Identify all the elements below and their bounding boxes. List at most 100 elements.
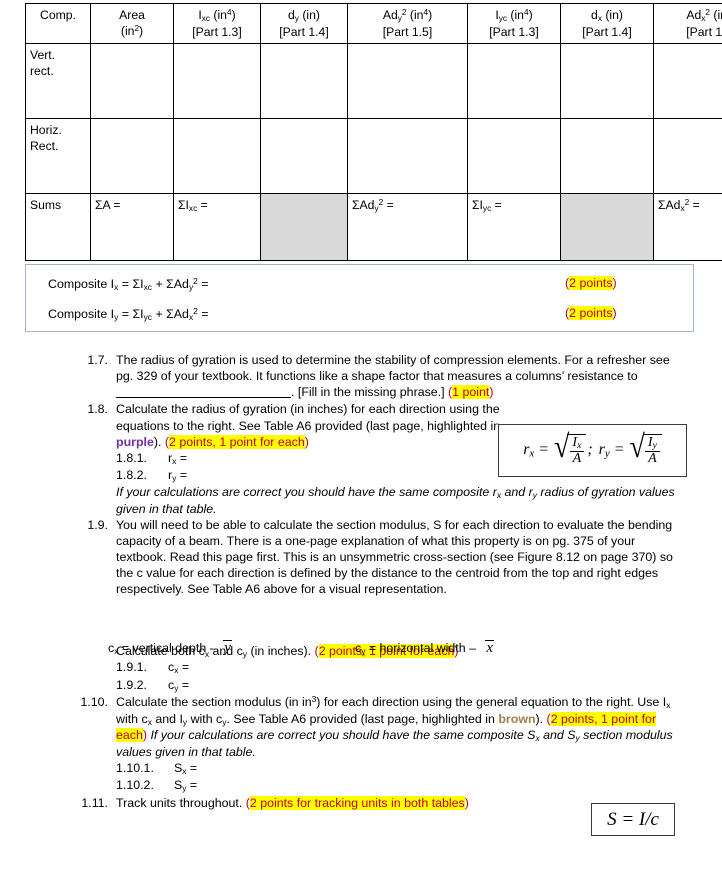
header-area-label: Area (119, 8, 145, 22)
cell-sum-ady2[interactable]: ΣAdy2 = (347, 192, 468, 261)
question-text: The radius of gyration is used to determ… (116, 353, 670, 384)
cell-horiz-area[interactable] (90, 117, 174, 194)
sqrt-icon: √ (554, 429, 570, 466)
cell-horiz-iyc[interactable] (467, 117, 561, 194)
rx-num-sub: x (577, 441, 582, 452)
points-badge: (2 points, 1 point for each) (165, 434, 309, 449)
points-value: 2 points for tracking units in both tabl… (249, 795, 465, 810)
cell-horiz-adx2[interactable] (653, 117, 722, 194)
radius-of-gyration-formula-box: rx = √ Ix A ; ry = √ Iy A (498, 424, 687, 477)
cx-text: = vertical depth - (118, 641, 218, 655)
header-area: Area (in2) (90, 3, 174, 44)
section-modulus-formula: S = I/c (607, 808, 659, 830)
table-row: Horiz. Rect. (25, 117, 722, 194)
cell-horiz-dy[interactable] (260, 117, 348, 194)
header-ady2-sup: 2 (401, 7, 407, 18)
cell-sum-adx2[interactable]: ΣAdx2 = (653, 192, 722, 261)
question-item-1-7: 1.7. The radius of gyration is used to d… (0, 352, 722, 400)
subitem-number: 1.10.2. (116, 778, 154, 793)
ry-sqrt: √ Iy A (629, 429, 662, 467)
rx-lhs: rx = (523, 441, 550, 460)
table-sums-row: Sums ΣA = ΣIxc = ΣAdy2 = ΣIyc = ΣAdx2 = (25, 192, 722, 261)
question-item-1-9: 1.9. You will need to be able to calcula… (0, 517, 722, 694)
formula-separator: ; (587, 441, 593, 459)
question-text: Calculate the section modulus (in in (116, 694, 312, 709)
points-close-paren: ) (489, 385, 494, 400)
cell-vert-ady2[interactable] (347, 42, 468, 119)
sqrt-icon: √ (629, 429, 645, 466)
sum-ixc-label: ΣIxc = (178, 197, 208, 213)
question-text-cont: . [Fill in the missing phrase.] (291, 385, 449, 400)
subitem-answer-cy[interactable]: cy = (168, 677, 189, 694)
table-header-row: Comp. Area (in2) Ixc (in4) [Part 1.3] dy… (25, 3, 722, 44)
cell-sum-iyc[interactable]: ΣIyc = (467, 192, 561, 261)
ry-num-sub: y (652, 441, 657, 452)
cell-sum-area[interactable]: ΣA = (90, 192, 174, 261)
composite-iy-line: Composite Iy = ΣIyc + ΣAdx2 = (48, 306, 209, 322)
subitem-answer-sx[interactable]: Sx = (174, 760, 197, 777)
points-value: 1 point (452, 385, 490, 400)
cell-vert-area[interactable] (90, 42, 174, 119)
header-dy-sub: y (294, 12, 299, 23)
subitem-1-9-2: 1.9.2. cy = (116, 677, 686, 694)
subitem-number: 1.10.1. (116, 761, 154, 776)
cell-vert-iyc[interactable] (467, 42, 561, 119)
cell-horiz-ady2[interactable] (347, 117, 468, 194)
subitem-1-9-1: 1.9.1. cx = (116, 659, 686, 676)
question-text-4: and I (151, 711, 183, 726)
note-text: If your calculations are correct you sho… (147, 728, 536, 743)
cx-definition: cx = vertical depth - y (108, 640, 232, 657)
cell-horiz-dx[interactable] (560, 117, 654, 194)
composite-ix-formula: Composite Ix = ΣIxc + ΣAdy2 = (48, 276, 209, 292)
question-number: 1.7. (87, 353, 108, 367)
question-text-3: with c (116, 711, 148, 726)
cell-vert-ixc[interactable] (173, 42, 261, 119)
cell-sum-ixc[interactable]: ΣIxc = (173, 192, 261, 261)
cell-horiz-ixc[interactable] (173, 117, 261, 194)
document-page: Comp. Area (in2) Ixc (in4) [Part 1.3] dy… (0, 0, 722, 885)
header-dy: dy (in) [Part 1.4] (260, 3, 348, 44)
fill-in-blank[interactable] (116, 397, 291, 399)
points-close-paren: ) (464, 795, 469, 810)
composite-iy-points: (2 points) (565, 306, 617, 320)
cy-text: = horizontal width – (365, 641, 480, 655)
row-label-vert-rect: Vert. rect. (25, 42, 91, 119)
rx-sqrt: √ Ix A (554, 429, 587, 467)
points-value: 2 points, 1 point for each (169, 434, 305, 449)
rx-radicand: Ix A (567, 434, 587, 467)
header-area-units: (in2) (120, 23, 144, 39)
header-adx2: Adx2 (in4) [Part 1.5] (653, 3, 722, 44)
subitem-answer-ry[interactable]: ry = (168, 467, 187, 484)
subitem-1-10-1: 1.10.1. Sx = (116, 760, 686, 777)
header-adx2-sup: 2 (705, 7, 711, 18)
sum-iyc-label: ΣIyc = (472, 197, 502, 213)
question-number: 1.9. (87, 517, 108, 532)
header-comp: Comp. (25, 3, 91, 44)
sum-area-label: ΣA = (95, 197, 121, 212)
cell-vert-adx2[interactable] (653, 42, 722, 119)
sum-ady2-label: ΣAdy2 = (352, 196, 394, 213)
header-iyc-sub: yc (498, 12, 508, 23)
question-text-cont: ). (153, 434, 165, 449)
question-note-1-8: If your calculations are correct you sho… (116, 484, 691, 517)
subitem-answer-rx[interactable]: rx = (168, 450, 187, 467)
subitem-number: 1.9.2. (116, 677, 148, 692)
points-close-paren: ) (612, 276, 617, 290)
row-label-line2: rect. (30, 63, 54, 78)
subitem-answer-cx[interactable]: cx = (168, 659, 189, 676)
cell-sum-dy-shaded (260, 192, 348, 261)
question-number: 1.11. (81, 795, 108, 810)
cell-vert-dy[interactable] (260, 42, 348, 119)
header-ixc-sub: xc (201, 12, 211, 23)
cx-label: cx (108, 641, 119, 656)
cell-vert-dx[interactable] (560, 42, 654, 119)
question-text-7: ). (535, 711, 547, 726)
header-adx2-part: [Part 1.5] (686, 24, 722, 39)
row-label-sums: Sums (25, 192, 91, 261)
subitem-answer-sy[interactable]: Sy = (174, 777, 197, 794)
question-text: Track units throughout. (116, 795, 246, 810)
subitem-number: 1.9.1. (116, 660, 148, 675)
header-dy-part: [Part 1.4] (279, 24, 329, 39)
points-close-paren: ) (304, 434, 309, 449)
